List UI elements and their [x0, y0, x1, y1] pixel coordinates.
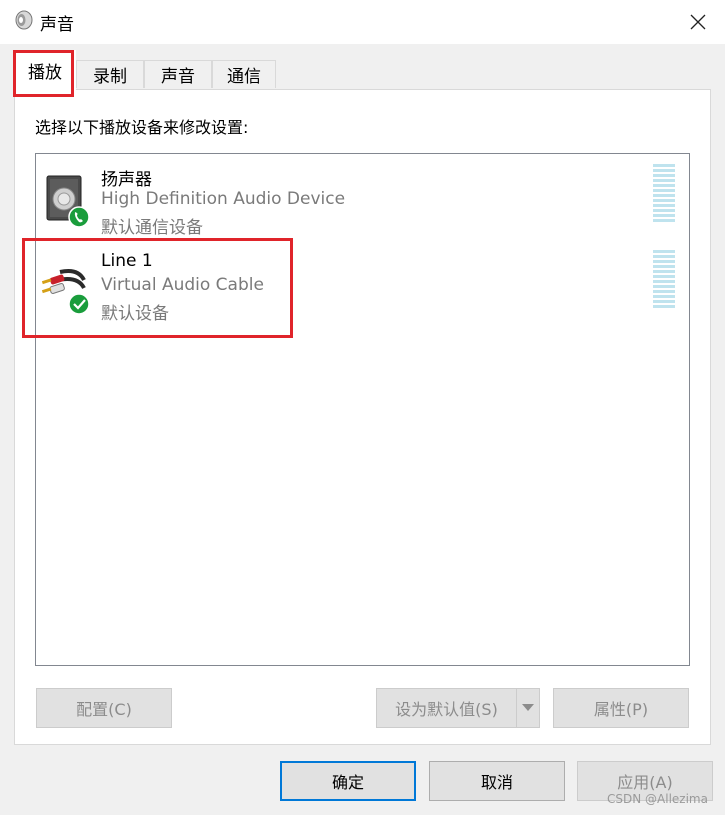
properties-button[interactable]: 属性(P): [553, 688, 689, 728]
title-bar: 声音: [0, 0, 725, 44]
volume-level-meter: [653, 164, 675, 224]
volume-level-meter: [653, 250, 675, 310]
device-description: High Definition Audio Device: [101, 189, 346, 209]
cancel-button[interactable]: 取消: [429, 761, 565, 801]
speaker-app-icon: [14, 10, 34, 30]
apply-label: 应用(A): [617, 773, 673, 792]
ok-label: 确定: [331, 773, 364, 792]
cancel-label: 取消: [480, 773, 513, 792]
configure-label: 配置(C): [76, 700, 132, 719]
properties-label: 属性(P): [593, 700, 649, 719]
tab-playback[interactable]: 播放: [14, 50, 76, 90]
device-item-speakers[interactable]: 扬声器 High Definition Audio Device 默认通信设备: [40, 162, 680, 238]
device-status: 默认通信设备: [101, 218, 203, 238]
tab-recording[interactable]: 录制: [76, 60, 144, 88]
configure-button[interactable]: 配置(C): [36, 688, 172, 728]
ok-button[interactable]: 确定: [280, 761, 416, 801]
set-default-dropdown-button[interactable]: [516, 688, 540, 728]
close-icon: [690, 14, 706, 30]
watermark-text: CSDN @Allezima: [607, 792, 708, 806]
device-name: 扬声器: [101, 170, 152, 190]
line-1-annotation-box: [22, 238, 293, 338]
tab-sounds[interactable]: 声音: [144, 60, 212, 88]
tab-sounds-label: 声音: [161, 67, 195, 87]
tab-communications[interactable]: 通信: [212, 60, 276, 88]
tab-recording-label: 录制: [93, 67, 127, 87]
close-button[interactable]: [676, 4, 720, 40]
tab-playback-label: 播放: [28, 62, 62, 83]
window-title: 声音: [40, 15, 74, 35]
instruction-text: 选择以下播放设备来修改设置:: [35, 118, 249, 137]
chevron-down-icon: [522, 704, 534, 711]
tab-communications-label: 通信: [227, 67, 261, 87]
phone-badge-icon: [68, 206, 90, 228]
set-default-label: 设为默认值(S): [395, 700, 498, 719]
set-default-button[interactable]: 设为默认值(S): [376, 688, 516, 728]
